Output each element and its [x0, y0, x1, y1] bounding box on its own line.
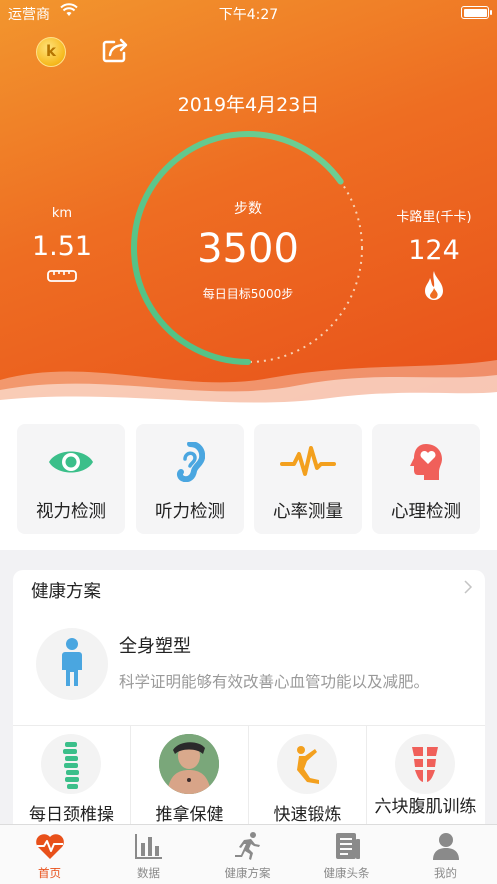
calories-value: 124: [408, 235, 460, 266]
tile-hearing-test[interactable]: 听力检测: [136, 424, 244, 534]
featured-plan-title[interactable]: 全身塑型: [119, 632, 191, 658]
calories-block: 卡路里(千卡) 124: [379, 206, 489, 306]
share-icon[interactable]: [100, 36, 130, 64]
tab-home[interactable]: 首页: [0, 825, 99, 884]
ruler-icon: [7, 268, 117, 288]
spine-icon: [41, 734, 101, 794]
news-icon: [331, 831, 363, 861]
item-label: 快速锻炼: [273, 805, 342, 825]
health-tests: 视力检测 听力检测 心率测量 心理检测: [0, 424, 497, 536]
health-plan-card: 健康方案 全身塑型 科学证明能够有效改善心血管功能以及减肥。 每日颈椎操 推拿保…: [13, 570, 485, 840]
tab-label: 我的: [434, 866, 457, 880]
bar-chart-icon: [133, 831, 165, 861]
tile-heart-rate[interactable]: 心率测量: [254, 424, 362, 534]
distance-unit: km: [51, 206, 73, 221]
distance-value: 1.51: [31, 231, 93, 262]
stretch-icon: [277, 734, 337, 794]
steps-label: 步数: [234, 201, 262, 217]
item-label: 每日颈椎操: [29, 805, 114, 825]
tab-label: 健康方案: [224, 866, 271, 880]
user-icon: [430, 831, 462, 861]
battery-icon: [461, 6, 492, 19]
flame-icon: [379, 270, 489, 306]
plan-title: 健康方案: [31, 582, 101, 602]
hero-wave: [0, 360, 497, 410]
item-label: 推拿保健: [155, 805, 224, 825]
status-bar: 运营商 下午4:27: [0, 0, 497, 26]
heartbeat-icon: [254, 442, 362, 482]
plan-item-neck-exercise[interactable]: 每日颈椎操: [13, 726, 130, 836]
plan-item-quick-workout[interactable]: 快速锻炼: [249, 726, 366, 836]
clock: 下午4:27: [218, 7, 279, 23]
item-label: 六块腹肌训练: [374, 797, 477, 817]
distance-block: km 1.51: [7, 206, 117, 288]
runner-icon: [232, 831, 264, 861]
tile-vision-test[interactable]: 视力检测: [17, 424, 125, 534]
tab-bar: 首页 数据 健康方案 健康头条 我的: [0, 824, 497, 884]
chevron-right-icon[interactable]: [463, 580, 473, 598]
tile-label: 心理检测: [391, 502, 461, 522]
tab-label: 数据: [137, 866, 160, 880]
tile-mental-test[interactable]: 心理检测: [372, 424, 480, 534]
tile-label: 视力检测: [36, 502, 106, 522]
plan-item-six-pack[interactable]: 六块腹肌训练: [367, 726, 484, 836]
coin-icon[interactable]: k: [36, 37, 66, 67]
tab-health-news[interactable]: 健康头条: [297, 825, 396, 884]
plan-item-massage[interactable]: 推拿保健: [131, 726, 248, 836]
tab-health-plan[interactable]: 健康方案: [198, 825, 297, 884]
tab-label: 健康头条: [323, 866, 370, 880]
calories-unit: 卡路里(千卡): [396, 210, 472, 225]
date-label: 2019年4月23日: [177, 94, 320, 116]
steps-goal: 每日目标5000步: [202, 287, 294, 301]
hero-panel: 运营商 下午4:27 k 2019年4月23日 步数 3500 每日目标5000…: [0, 0, 497, 410]
ear-icon: [136, 441, 244, 483]
eye-icon: [17, 442, 125, 482]
brain-heart-icon: [372, 442, 480, 482]
tab-profile[interactable]: 我的: [396, 825, 495, 884]
tile-label: 心率测量: [273, 502, 343, 522]
steps-value: 3500: [197, 226, 299, 272]
body-icon[interactable]: [36, 628, 108, 700]
heart-pulse-icon: [34, 831, 66, 861]
tile-label: 听力检测: [155, 502, 225, 522]
tab-data[interactable]: 数据: [99, 825, 198, 884]
featured-plan-subtitle: 科学证明能够有效改善心血管功能以及减肥。: [119, 673, 430, 691]
massage-photo: [159, 734, 219, 794]
abs-icon: [395, 734, 455, 794]
tab-label: 首页: [38, 866, 61, 880]
